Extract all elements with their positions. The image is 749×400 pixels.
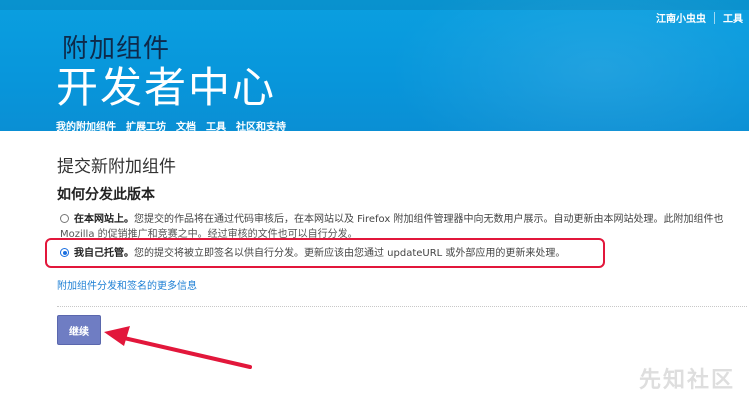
header-banner: 附加组件 开发者中心 江南小虫虫 工具 我的附加组件 扩展工坊 文档 工具 社区… bbox=[0, 0, 749, 131]
radio-self-hosted[interactable] bbox=[60, 248, 69, 257]
divider bbox=[57, 306, 747, 307]
user-link[interactable]: 江南小虫虫 bbox=[656, 10, 706, 25]
nav-my-addons[interactable]: 我的附加组件 bbox=[56, 118, 116, 131]
radio-listed[interactable] bbox=[60, 214, 69, 223]
page-title: 提交新附加组件 bbox=[57, 157, 176, 177]
nav-documentation[interactable]: 文档 bbox=[176, 118, 196, 131]
top-nav: 江南小虫虫 工具 bbox=[656, 10, 743, 25]
more-info-link[interactable]: 附加组件分发和签名的更多信息 bbox=[57, 277, 197, 292]
tools-link[interactable]: 工具 bbox=[723, 10, 743, 25]
continue-button[interactable]: 继续 bbox=[57, 315, 101, 345]
nav-extension-workshop[interactable]: 扩展工坊 bbox=[126, 118, 166, 131]
main-nav: 我的附加组件 扩展工坊 文档 工具 社区和支持 bbox=[56, 118, 286, 131]
section-heading: 如何分发此版本 bbox=[57, 187, 155, 203]
watermark: 先知社区 bbox=[638, 368, 735, 393]
option-self-hosted-label: 我自己托管。 bbox=[74, 248, 134, 259]
option-listed-text: 您提交的作品将在通过代码审核后，在本网站以及 Firefox 附加组件管理器中向… bbox=[134, 214, 724, 225]
option-listed-label: 在本网站上。 bbox=[74, 214, 134, 225]
header-title: 开发者中心 bbox=[56, 63, 277, 112]
nav-community-support[interactable]: 社区和支持 bbox=[236, 118, 286, 131]
distribution-option-self-hosted[interactable]: 我自己托管。您的提交将被立即签名以供自行分发。更新应该由您通过 updateUR… bbox=[60, 246, 620, 261]
option-self-hosted-text: 您的提交将被立即签名以供自行分发。更新应该由您通过 updateURL 或外部应… bbox=[134, 248, 566, 259]
top-nav-divider bbox=[714, 11, 715, 24]
nav-tools[interactable]: 工具 bbox=[206, 118, 226, 131]
